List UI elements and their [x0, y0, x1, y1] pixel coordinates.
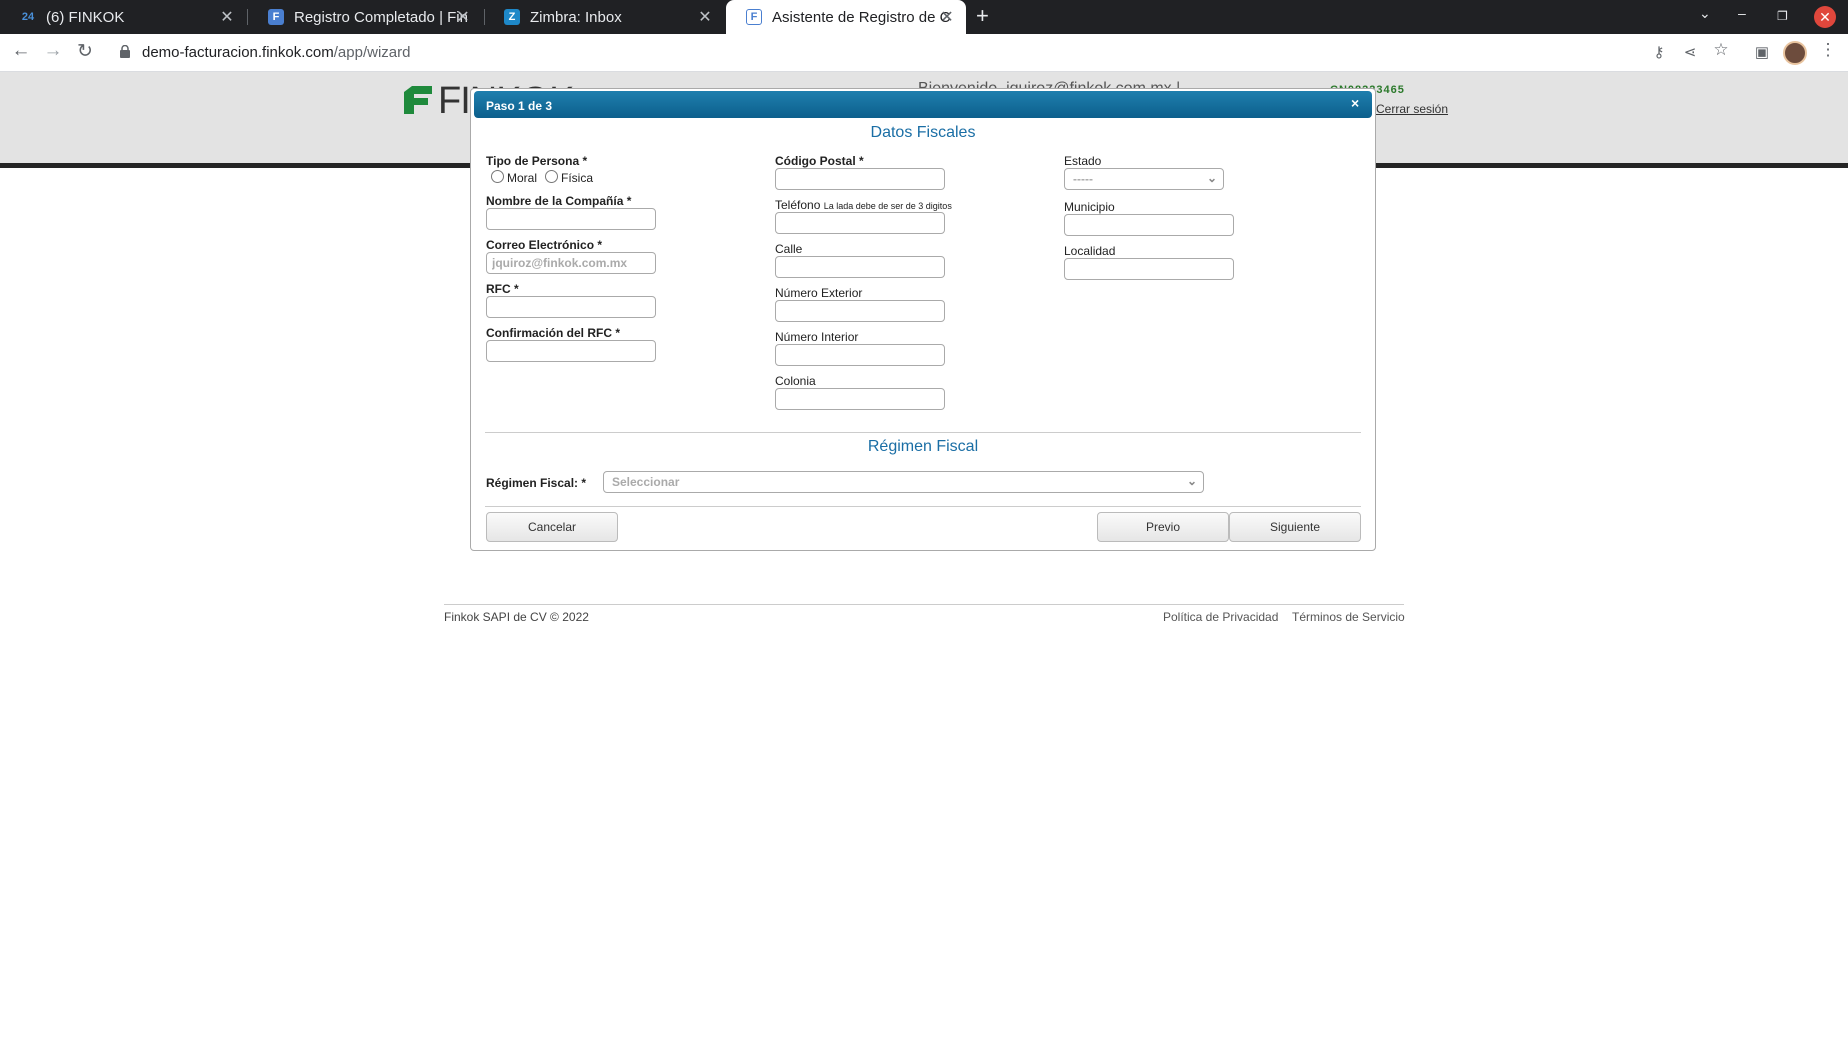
tab-favicon: F — [268, 9, 284, 25]
forward-icon[interactable]: → — [40, 40, 66, 62]
rfc-confirm-field[interactable] — [486, 340, 656, 362]
num-int-field[interactable] — [775, 344, 945, 366]
fisica-label: Física — [561, 171, 594, 185]
registration-wizard-dialog: Paso 1 de 3 × Datos Fiscales Tipo de Per… — [470, 88, 1376, 551]
logout-link[interactable]: Cerrar sesión — [1376, 102, 1448, 116]
regimen-select-value: Seleccionar — [612, 475, 680, 489]
back-icon[interactable]: ← — [8, 40, 34, 62]
menu-kebab-icon[interactable]: ⋮ — [1815, 40, 1841, 60]
telefono-hint: La lada debe de ser de 3 digitos — [823, 201, 952, 211]
privacy-link[interactable]: Política de Privacidad — [1163, 610, 1278, 624]
lock-icon[interactable] — [120, 44, 130, 61]
cancel-button[interactable]: Cancelar — [486, 512, 618, 542]
telefono-label-text: Teléfono — [775, 198, 821, 212]
num-ext-field[interactable] — [775, 300, 945, 322]
address-bar[interactable]: demo-facturacion.finkok.com/app/wizard — [142, 44, 410, 61]
minimize-icon[interactable]: – — [1738, 5, 1746, 21]
key-icon[interactable]: ⚷ — [1646, 43, 1672, 61]
tab-title: Zimbra: Inbox — [530, 8, 622, 26]
browser-toolbar: ← → ↻ demo-facturacion.finkok.com/app/wi… — [0, 34, 1848, 72]
side-panel-icon[interactable]: ▣ — [1749, 43, 1775, 61]
new-tab-icon[interactable]: + — [976, 3, 989, 29]
tab-favicon: Z — [504, 9, 520, 25]
colonia-label: Colonia — [775, 374, 816, 388]
rfc-label: RFC * — [486, 282, 519, 296]
close-tab-icon[interactable]: ✕ — [938, 7, 956, 27]
reload-icon[interactable]: ↻ — [72, 40, 98, 63]
moral-label: Moral — [507, 171, 538, 185]
tab-favicon: 24 — [21, 11, 35, 23]
url-path: /app/wizard — [333, 44, 411, 61]
calle-label: Calle — [775, 242, 803, 256]
dialog-title-bar: Paso 1 de 3 — [474, 91, 1372, 118]
regimen-select[interactable]: Seleccionar ⌄ — [603, 471, 1204, 493]
telefono-field[interactable] — [775, 212, 945, 234]
estado-select-value: ----- — [1073, 172, 1093, 186]
codigo-postal-label: Código Postal * — [775, 154, 864, 168]
localidad-label: Localidad — [1064, 244, 1116, 258]
tab-registro[interactable]: F Registro Completado | Fin ✕ — [248, 0, 482, 34]
tab-title: Asistente de Registro de C — [772, 8, 951, 26]
localidad-field[interactable] — [1064, 258, 1234, 280]
nombre-label: Nombre de la Compañía * — [486, 194, 632, 208]
tab-title: (6) FINKOK — [46, 8, 125, 26]
estado-label: Estado — [1064, 154, 1102, 168]
tab-search-icon[interactable]: ⌄ — [1699, 5, 1711, 22]
correo-field[interactable] — [486, 252, 656, 274]
tipo-persona-label: Tipo de Persona * — [486, 154, 588, 168]
num-ext-label: Número Exterior — [775, 286, 863, 300]
tab-asistente[interactable]: F Asistente de Registro de C ✕ — [726, 0, 966, 34]
close-tab-icon[interactable]: ✕ — [696, 7, 714, 27]
chevron-down-icon: ⌄ — [1206, 171, 1217, 185]
fisica-radio[interactable] — [545, 170, 558, 183]
bookmark-star-icon[interactable]: ☆ — [1708, 40, 1734, 60]
divider — [485, 432, 1361, 433]
share-icon[interactable]: ⋖ — [1677, 43, 1703, 61]
terms-link[interactable]: Términos de Servicio — [1292, 610, 1405, 624]
tab-finkok[interactable]: 24 (6) FINKOK ✕ — [0, 0, 246, 34]
tab-favicon: F — [746, 9, 762, 25]
colonia-field[interactable] — [775, 388, 945, 410]
finkok-logo-icon — [404, 86, 432, 114]
url-host: demo-facturacion.finkok.com — [142, 44, 334, 61]
calle-field[interactable] — [775, 256, 945, 278]
dialog-close-icon[interactable]: × — [1351, 95, 1359, 111]
close-tab-icon[interactable]: ✕ — [454, 7, 472, 27]
telefono-label: Teléfono La lada debe de ser de 3 digito… — [775, 198, 952, 212]
num-int-label: Número Interior — [775, 330, 859, 344]
estado-select[interactable]: ----- ⌄ — [1064, 168, 1224, 190]
tab-title: Registro Completado | Fin — [294, 8, 468, 26]
footer-divider — [444, 604, 1404, 605]
moral-radio[interactable] — [491, 170, 504, 183]
profile-avatar[interactable] — [1783, 41, 1807, 65]
municipio-field[interactable] — [1064, 214, 1234, 236]
close-tab-icon[interactable]: ✕ — [218, 7, 236, 27]
dialog-title: Paso 1 de 3 — [486, 99, 553, 113]
rfc-field[interactable] — [486, 296, 656, 318]
browser-tab-bar: 24 (6) FINKOK ✕ F Registro Completado | … — [0, 0, 1848, 34]
divider — [485, 506, 1361, 507]
municipio-label: Municipio — [1064, 200, 1115, 214]
correo-label: Correo Electrónico * — [486, 238, 603, 252]
close-window-icon[interactable]: ✕ — [1814, 6, 1836, 28]
section-regimen-fiscal: Régimen Fiscal — [867, 438, 979, 455]
regimen-label: Régimen Fiscal: * — [486, 476, 587, 490]
nombre-field[interactable] — [486, 208, 656, 230]
next-button[interactable]: Siguiente — [1229, 512, 1361, 542]
rfc-confirm-label: Confirmación del RFC * — [486, 326, 621, 340]
previous-button[interactable]: Previo — [1097, 512, 1229, 542]
chevron-down-icon: ⌄ — [1186, 474, 1197, 488]
codigo-postal-field[interactable] — [775, 168, 945, 190]
section-datos-fiscales: Datos Fiscales — [870, 124, 976, 141]
footer-copyright: Finkok SAPI de CV © 2022 — [444, 610, 589, 624]
restore-icon[interactable]: ❐ — [1777, 9, 1788, 23]
tab-zimbra[interactable]: Z Zimbra: Inbox ✕ — [484, 0, 724, 34]
